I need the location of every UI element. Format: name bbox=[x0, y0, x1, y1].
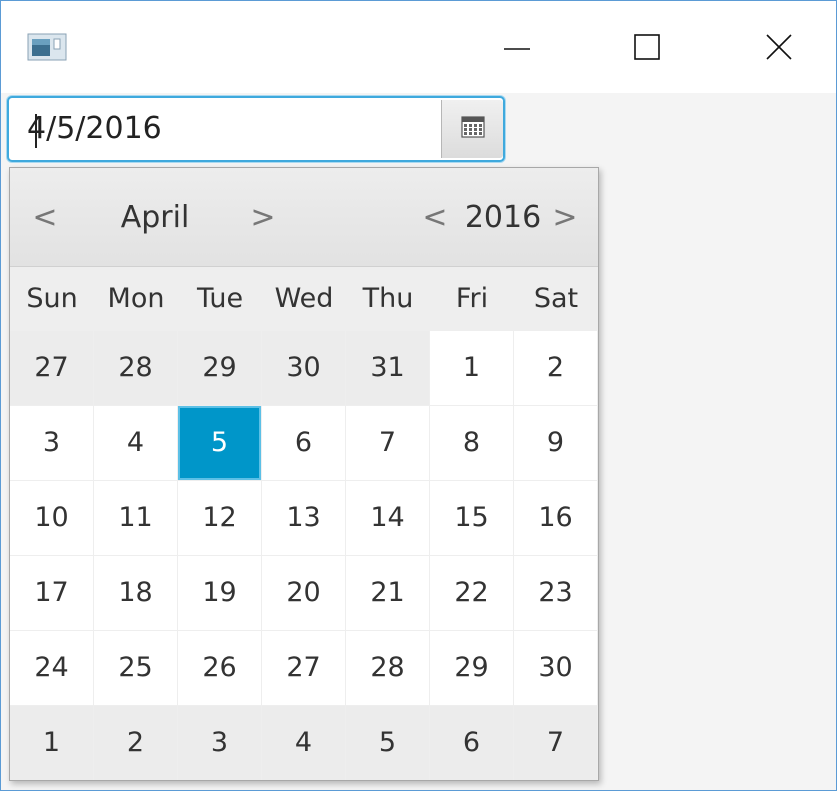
day-cell[interactable]: 7 bbox=[346, 406, 429, 480]
day-cell[interactable]: 2 bbox=[94, 706, 177, 780]
weekday-label: Sun bbox=[26, 283, 78, 314]
app-window: < April > < 2016 > Sun Mon Tue Wed Thu F… bbox=[0, 0, 837, 791]
date-picker bbox=[7, 96, 505, 162]
day-cell[interactable]: 6 bbox=[262, 406, 345, 480]
day-cell[interactable]: 8 bbox=[430, 406, 513, 480]
day-cell[interactable]: 10 bbox=[10, 481, 93, 555]
weekday-label: Fri bbox=[455, 283, 489, 314]
month-label: April bbox=[120, 200, 190, 235]
day-cell[interactable]: 9 bbox=[514, 406, 597, 480]
calendar-header: < April > < 2016 > bbox=[10, 168, 598, 267]
close-button[interactable] bbox=[739, 19, 819, 79]
day-cell[interactable]: 29 bbox=[178, 331, 261, 405]
day-cell[interactable]: 18 bbox=[94, 556, 177, 630]
weekday-label: Wed bbox=[274, 283, 334, 314]
day-cell[interactable]: 1 bbox=[10, 706, 93, 780]
day-cell[interactable]: 14 bbox=[346, 481, 429, 555]
day-cell[interactable]: 26 bbox=[178, 631, 261, 705]
minimize-button[interactable] bbox=[477, 19, 557, 79]
day-cell[interactable]: 22 bbox=[430, 556, 513, 630]
date-input[interactable] bbox=[11, 100, 437, 158]
prev-month-button[interactable]: < bbox=[30, 198, 60, 238]
minimize-icon bbox=[502, 32, 532, 67]
day-cell[interactable]: 7 bbox=[514, 706, 597, 780]
day-cell[interactable]: 24 bbox=[10, 631, 93, 705]
weekday-label: Thu bbox=[362, 283, 414, 314]
day-cell[interactable]: 27 bbox=[262, 631, 345, 705]
title-bar[interactable] bbox=[1, 1, 836, 93]
day-cell-selected[interactable]: 5 bbox=[178, 406, 261, 480]
day-cell[interactable]: 6 bbox=[430, 706, 513, 780]
close-icon bbox=[764, 32, 794, 67]
text-caret bbox=[35, 114, 37, 148]
java-app-icon bbox=[27, 33, 67, 61]
day-cell[interactable]: 3 bbox=[178, 706, 261, 780]
day-cell[interactable]: 4 bbox=[94, 406, 177, 480]
day-cell[interactable]: 2 bbox=[514, 331, 597, 405]
weekday-label: Tue bbox=[196, 283, 244, 314]
maximize-icon bbox=[632, 32, 662, 67]
week-row: 10 11 12 13 14 15 16 bbox=[10, 481, 598, 556]
weekday-header-row: Sun Mon Tue Wed Thu Fri Sat bbox=[10, 267, 598, 331]
day-cell[interactable]: 5 bbox=[346, 706, 429, 780]
week-row: 27 28 29 30 31 1 2 bbox=[10, 331, 598, 406]
day-cell[interactable]: 12 bbox=[178, 481, 261, 555]
next-month-button[interactable]: > bbox=[248, 198, 278, 238]
week-row: 17 18 19 20 21 22 23 bbox=[10, 556, 598, 631]
weekday-label: Sat bbox=[533, 283, 579, 314]
year-label: 2016 bbox=[464, 200, 542, 235]
day-cell[interactable]: 1 bbox=[430, 331, 513, 405]
day-cell[interactable]: 23 bbox=[514, 556, 597, 630]
week-row: 3 4 5 6 7 8 9 bbox=[10, 406, 598, 481]
day-cell[interactable]: 3 bbox=[10, 406, 93, 480]
calendar-icon bbox=[460, 115, 485, 143]
day-cell[interactable]: 30 bbox=[262, 331, 345, 405]
weekday-label: Mon bbox=[107, 283, 165, 314]
day-cell[interactable]: 11 bbox=[94, 481, 177, 555]
day-cell[interactable]: 30 bbox=[514, 631, 597, 705]
maximize-button[interactable] bbox=[607, 19, 687, 79]
day-cell[interactable]: 19 bbox=[178, 556, 261, 630]
day-cell[interactable]: 20 bbox=[262, 556, 345, 630]
day-cell[interactable]: 28 bbox=[94, 331, 177, 405]
day-cell[interactable]: 25 bbox=[94, 631, 177, 705]
day-cell[interactable]: 13 bbox=[262, 481, 345, 555]
next-year-button[interactable]: > bbox=[550, 198, 580, 238]
day-cell[interactable]: 21 bbox=[346, 556, 429, 630]
day-cell[interactable]: 31 bbox=[346, 331, 429, 405]
calendar-popup: < April > < 2016 > Sun Mon Tue Wed Thu F… bbox=[9, 167, 599, 781]
calendar-button[interactable] bbox=[441, 100, 503, 158]
day-cell[interactable]: 16 bbox=[514, 481, 597, 555]
prev-year-button[interactable]: < bbox=[420, 198, 450, 238]
day-cell[interactable]: 28 bbox=[346, 631, 429, 705]
day-cell[interactable]: 29 bbox=[430, 631, 513, 705]
day-cell[interactable]: 17 bbox=[10, 556, 93, 630]
day-cell[interactable]: 4 bbox=[262, 706, 345, 780]
day-cell[interactable]: 15 bbox=[430, 481, 513, 555]
day-cell[interactable]: 27 bbox=[10, 331, 93, 405]
week-row: 24 25 26 27 28 29 30 bbox=[10, 631, 598, 706]
week-row: 1 2 3 4 5 6 7 bbox=[10, 706, 598, 780]
day-grid: 27 28 29 30 31 1 2 3 4 5 6 7 8 9 10 11 1… bbox=[10, 331, 598, 780]
